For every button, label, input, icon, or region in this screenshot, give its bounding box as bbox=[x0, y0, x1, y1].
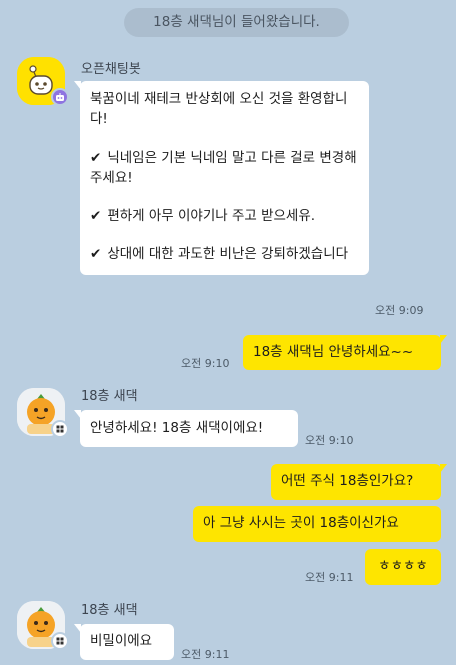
message-text: 안녕하세요! 18층 새댁이에요! bbox=[90, 420, 264, 436]
message-text: 비밀이에요 bbox=[90, 633, 153, 649]
check-icon: ✔ bbox=[90, 246, 102, 263]
bot-welcome-bubble[interactable]: 북꿈이네 재테크 반상회에 오신 것을 환영합니다! ✔ 닉네임은 기본 닉네임 … bbox=[74, 81, 369, 275]
welcome-rule-2: 편하게 아무 이야기나 주고 받으세유. bbox=[107, 208, 316, 224]
outgoing-message[interactable]: 어떤 주식 18층인가요? bbox=[271, 464, 447, 500]
message-text: ㅎㅎㅎㅎ bbox=[378, 558, 428, 574]
incoming-message[interactable]: 안녕하세요! 18층 새댁이에요! bbox=[74, 410, 298, 447]
outgoing-message[interactable]: ㅎㅎㅎㅎ bbox=[365, 549, 441, 585]
outgoing-message[interactable]: 18층 새댁님 안녕하세요~~ bbox=[243, 335, 447, 370]
message-time: 오전 9:10 bbox=[305, 434, 354, 447]
message-time: 오전 9:09 bbox=[375, 304, 424, 317]
robot-badge-icon bbox=[51, 88, 69, 106]
check-icon: ✔ bbox=[90, 208, 102, 224]
welcome-rule-1: 닉네임은 기본 닉네임 말고 다른 걸로 변경해주세요! bbox=[90, 149, 357, 186]
open-chat-badge-icon bbox=[51, 632, 69, 650]
message-time: 오전 9:11 bbox=[181, 648, 230, 661]
outgoing-message[interactable]: 아 그냥 사시는 곳이 18층이신가요 bbox=[193, 506, 441, 542]
open-chat-badge-icon bbox=[51, 420, 69, 438]
sender-name: 18층 새댁 bbox=[81, 389, 138, 404]
system-notice: 18층 새댁님이 들어왔습니다. bbox=[124, 8, 349, 37]
welcome-rule-3: 상대에 대한 과도한 비난은 강퇴하겠습니다 bbox=[107, 246, 349, 263]
message-text: 아 그냥 사시는 곳이 18층이신가요 bbox=[203, 515, 399, 531]
message-text: 어떤 주식 18층인가요? bbox=[281, 473, 414, 489]
incoming-message[interactable]: 비밀이에요 bbox=[74, 624, 174, 660]
check-icon: ✔ bbox=[90, 149, 102, 166]
bot-name: 오픈채팅봇 bbox=[81, 62, 141, 77]
message-time: 오전 9:11 bbox=[305, 571, 354, 584]
chat-room: 18층 새댁님이 들어왔습니다. 오픈채팅봇 북꿈이네 재테크 반상회에 오신 … bbox=[0, 0, 456, 665]
sender-name: 18층 새댁 bbox=[81, 603, 138, 618]
message-text: 18층 새댁님 안녕하세요~~ bbox=[253, 344, 414, 360]
message-time: 오전 9:10 bbox=[181, 357, 230, 370]
welcome-intro: 북꿈이네 재테크 반상회에 오신 것을 환영합니다! bbox=[90, 91, 348, 128]
